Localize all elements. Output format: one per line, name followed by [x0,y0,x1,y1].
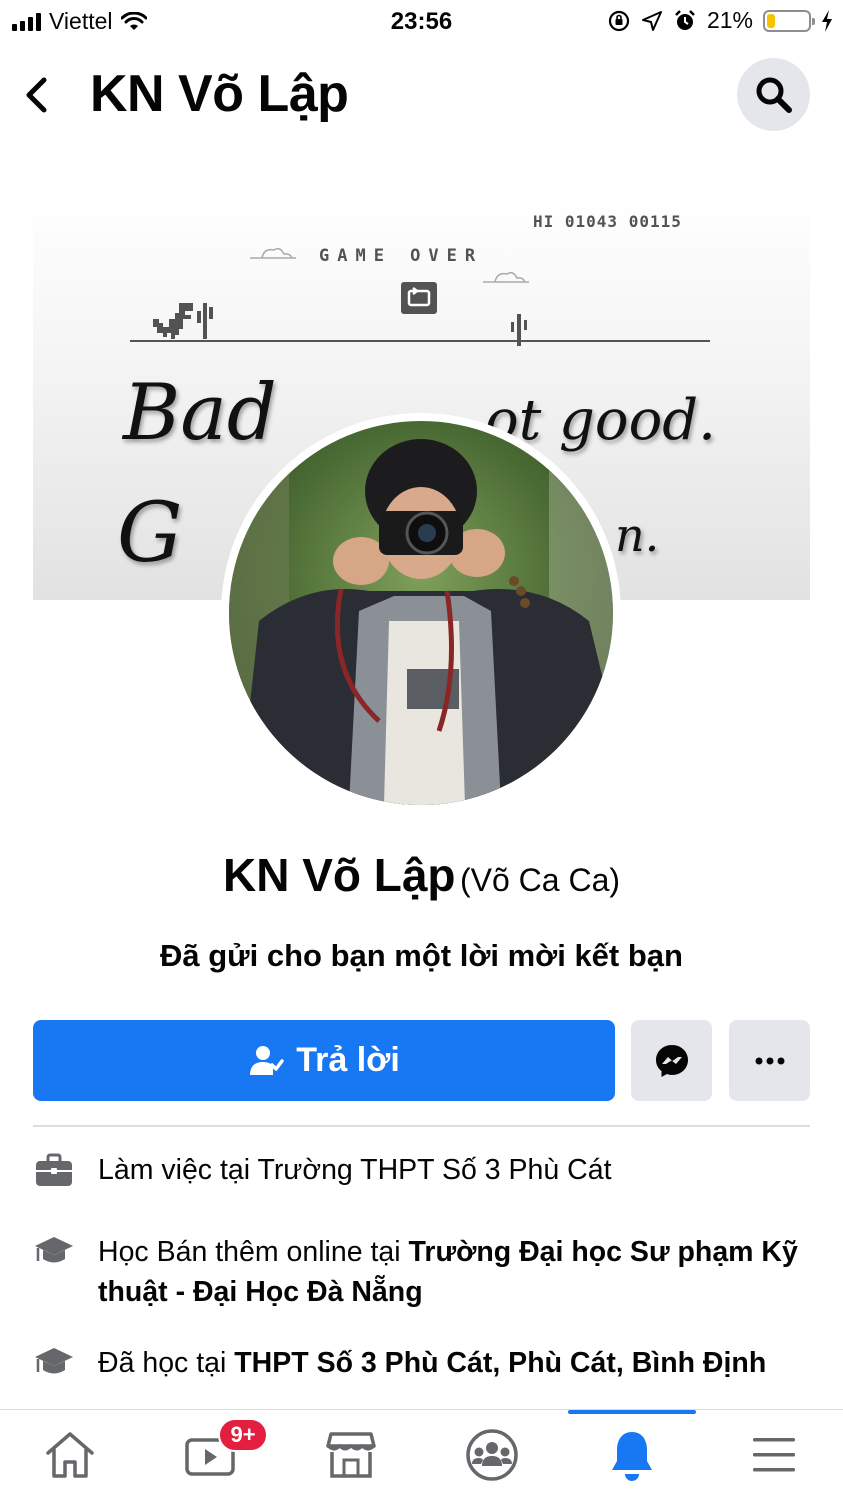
notifications-icon [612,1432,652,1481]
avatar[interactable] [221,413,621,813]
cover-script-text: Bad [123,368,277,458]
alarm-icon [675,9,695,30]
cloud-icon [483,271,529,283]
graduation-cap-icon [33,1232,74,1272]
charging-icon [822,9,832,32]
profile-name-row: KN Võ Lập (Võ Ca Ca) [0,848,843,902]
info-work: Làm việc tại Trường THPT Số 3 Phù Cát [33,1150,810,1190]
nav-home[interactable] [34,1424,106,1486]
search-icon [756,77,792,113]
chevron-left-icon [26,77,47,113]
groups-icon [466,1429,518,1481]
nav-active-indicator [568,1410,696,1414]
orientation-lock-icon [608,10,630,31]
nav-notifications[interactable] [596,1424,668,1486]
info-study: Học Bán thêm online tại Trường Đại học S… [33,1232,810,1312]
cloud-icon [250,247,296,259]
cover-script-text: n. [615,508,660,562]
info-work-text: Làm việc tại Trường THPT Số 3 Phù Cát [98,1154,612,1186]
reply-button-label: Trả lời [296,1041,400,1079]
back-button[interactable] [18,72,58,118]
profile-name: KN Võ Lập [222,849,456,901]
divider [33,1125,810,1127]
home-icon [46,1432,94,1478]
battery-percent: 21% [706,7,753,33]
bottom-nav: 9+ [0,1409,843,1499]
restart-icon [401,282,437,314]
header: KN Võ Lập [0,50,843,140]
friend-request-text: Đã gửi cho bạn một lời mời kết bạn [160,938,683,973]
menu-icon [753,1438,795,1472]
battery-icon [763,9,815,32]
nav-marketplace[interactable] [315,1424,387,1486]
location-icon [641,10,662,31]
marketplace-icon [326,1432,376,1478]
info-studied-prefix: Đã học tại [98,1347,235,1379]
dinosaur-icon [153,303,213,339]
cover-script-text: G [117,486,183,581]
info-studied: Đã học tại THPT Số 3 Phù Cát, Phù Cát, B… [33,1343,810,1383]
profile-nickname: (Võ Ca Ca) [459,862,621,898]
nav-menu[interactable] [738,1424,810,1486]
game-ground-line [130,340,710,342]
graduation-cap-icon [33,1343,74,1383]
profile-photo [229,421,613,805]
search-button[interactable] [737,58,810,131]
briefcase-icon [33,1150,74,1190]
messenger-button[interactable] [631,1020,712,1101]
status-right: 21% [607,7,833,34]
person-reply-icon [250,1045,284,1075]
reply-button[interactable]: Trả lời [33,1020,615,1101]
more-button[interactable] [729,1020,810,1101]
page-title: KN Võ Lập [90,65,349,123]
nav-groups[interactable] [456,1424,528,1486]
messenger-icon [655,1044,688,1077]
info-studied-place[interactable]: THPT Số 3 Phù Cát, Phù Cát, Bình Định [234,1347,766,1379]
status-bar: Viettel 23:56 21% [0,0,843,44]
battery-level [767,13,776,28]
cover-game-over: GAME OVER [319,246,484,266]
info-study-prefix: Học Bán thêm online tại [98,1236,409,1268]
more-icon [755,1057,784,1064]
watch-badge: 9+ [218,1418,268,1452]
cover-hi-score: HI 01043 00115 [533,212,682,231]
